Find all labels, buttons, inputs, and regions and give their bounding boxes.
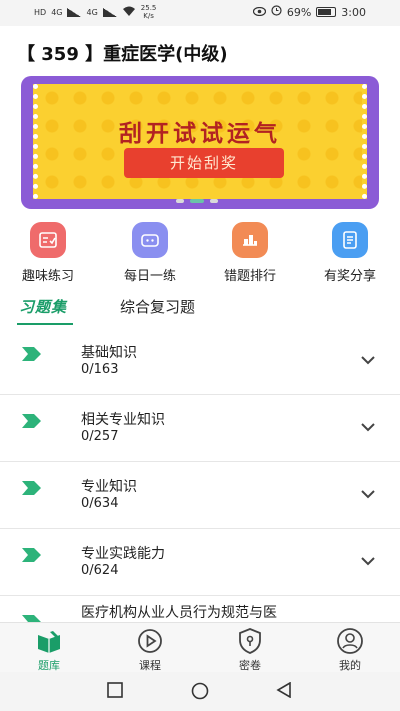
bottom-navigation: 题库 课程 密卷 我的: [0, 622, 400, 672]
eye-icon: [252, 6, 266, 19]
chapter-flag-icon: [22, 480, 42, 499]
chapter-name: 专业知识: [81, 479, 137, 495]
exercise-list: 基础知识 0/163 相关专业知识 0/257 专业知识 0/634 专业实践能…: [0, 328, 400, 663]
chapter-flag-icon: [22, 346, 42, 365]
chevron-down-icon[interactable]: [361, 417, 375, 436]
chevron-down-icon[interactable]: [361, 484, 375, 503]
signal-icon-2: [102, 7, 117, 17]
signal-icon: [67, 7, 82, 17]
lock-icon: [236, 627, 264, 655]
user-icon: [336, 627, 364, 655]
daily-icon: [132, 222, 168, 258]
back-icon[interactable]: [276, 681, 292, 702]
chapter-progress: 0/624: [81, 563, 119, 578]
chapter-progress: 0/163: [81, 362, 119, 377]
status-right: 69% 3:00: [252, 5, 366, 19]
scratch-card: 刮开试试运气 开始刮奖: [33, 84, 367, 199]
chevron-down-icon[interactable]: [361, 551, 375, 570]
quick-action-daily[interactable]: 每日一练: [110, 222, 190, 284]
nav-label: 题库: [38, 659, 60, 672]
speed-unit: K/s: [143, 12, 154, 20]
carousel-dot: [210, 199, 218, 203]
network-speed: 25.5 K/s: [141, 4, 157, 20]
battery-percent: 69%: [286, 5, 312, 19]
network1-label: 4G: [51, 7, 63, 17]
nav-secret-papers[interactable]: 密卷: [220, 627, 280, 673]
status-left: HD 4G 4G 25.5 K/s: [34, 4, 156, 20]
list-item[interactable]: 专业实践能力 0/624: [0, 529, 400, 596]
chapter-progress: 0/634: [81, 496, 119, 511]
wifi-icon: [122, 6, 136, 19]
nav-question-bank[interactable]: 题库: [19, 627, 79, 673]
chapter-flag-icon: [22, 547, 42, 566]
chapter-name: 基础知识: [81, 345, 137, 361]
nav-label: 我的: [339, 659, 361, 672]
status-bar: HD 4G 4G 25.5 K/s 69% 3:00: [0, 0, 400, 26]
page-title: 【 359 】重症医学(中级): [17, 44, 228, 65]
list-item[interactable]: 基础知识 0/163: [0, 328, 400, 395]
nav-label: 密卷: [239, 659, 261, 672]
chapter-flag-icon: [22, 413, 42, 432]
share-icon: [332, 222, 368, 258]
list-item[interactable]: 专业知识 0/634: [0, 462, 400, 529]
carousel-dot: [176, 199, 184, 203]
practice-icon: [30, 222, 66, 258]
scratch-banner[interactable]: 刮开试试运气 开始刮奖: [21, 76, 379, 209]
quick-action-ranking[interactable]: 错题排行: [210, 222, 290, 284]
battery-icon: [316, 7, 337, 17]
nav-profile[interactable]: 我的: [320, 627, 380, 673]
tab-comprehensive-review[interactable]: 综合复习题: [120, 296, 195, 317]
chevron-down-icon[interactable]: [361, 350, 375, 369]
start-scratch-button[interactable]: 开始刮奖: [124, 148, 284, 178]
question-bank-icon: [35, 627, 63, 655]
play-icon: [136, 627, 164, 655]
chapter-name: 医疗机构从业人员行为规范与医: [81, 605, 277, 621]
chapter-name: 相关专业知识: [81, 412, 165, 428]
nav-label: 课程: [139, 659, 161, 672]
quick-action-share[interactable]: 有奖分享: [310, 222, 390, 284]
quick-action-label: 错题排行: [223, 269, 276, 284]
tab-bar: 习题集 综合复习题: [0, 292, 400, 326]
home-icon[interactable]: [191, 682, 209, 704]
quick-actions: 趣味练习 每日一练 错题排行 有奖分享: [0, 222, 400, 284]
recent-apps-icon[interactable]: [107, 682, 123, 702]
clock: 3:00: [341, 5, 366, 19]
list-item[interactable]: 相关专业知识 0/257: [0, 395, 400, 462]
chapter-progress: 0/257: [81, 429, 119, 444]
quick-action-label: 有奖分享: [323, 269, 376, 284]
system-navigation-bar: [0, 672, 400, 711]
ranking-icon: [232, 222, 268, 258]
quick-action-label: 每日一练: [123, 269, 176, 284]
quick-action-practice[interactable]: 趣味练习: [8, 222, 88, 284]
quick-action-label: 趣味练习: [21, 269, 74, 284]
chapter-name: 专业实践能力: [81, 546, 165, 562]
sim1-label: HD: [34, 7, 47, 17]
tab-exercise-set[interactable]: 习题集: [16, 296, 74, 325]
network2-label: 4G: [86, 7, 98, 17]
nav-courses[interactable]: 课程: [120, 627, 180, 673]
speed-value: 25.5: [140, 4, 157, 12]
banner-headline: 刮开试试运气: [119, 121, 281, 147]
alarm-icon: [271, 5, 282, 19]
carousel-dot-active: [190, 199, 204, 203]
carousel-indicator: [176, 199, 218, 203]
